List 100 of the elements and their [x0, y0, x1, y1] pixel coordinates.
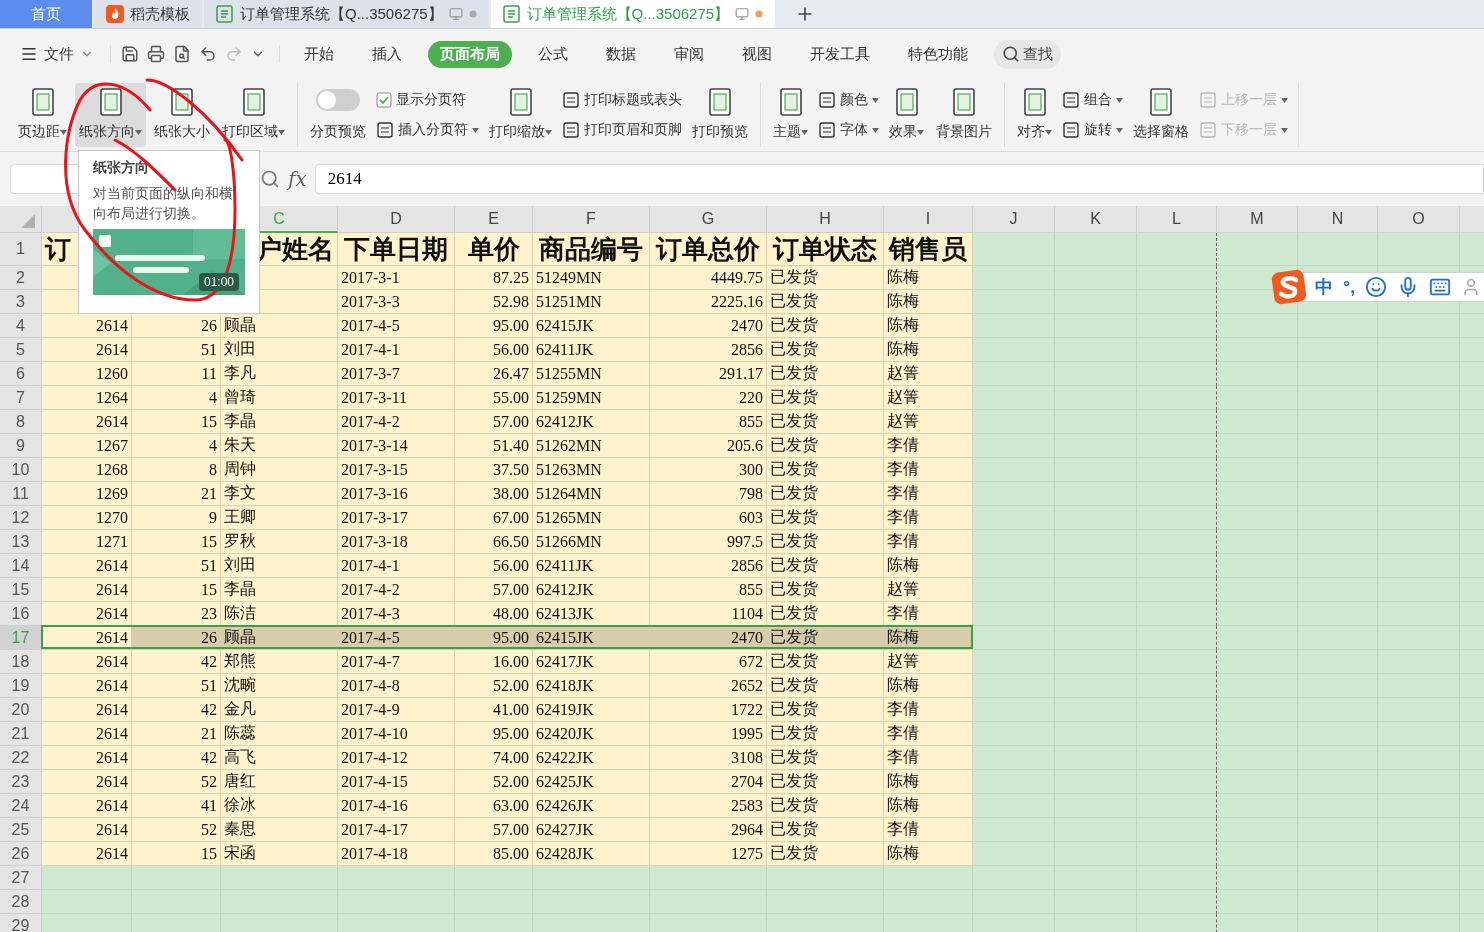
table-cell: 1104: [650, 602, 767, 626]
column-header[interactable]: D: [338, 206, 455, 233]
row-header[interactable]: 26: [0, 842, 42, 866]
row-header[interactable]: 5: [0, 338, 42, 362]
ribbon-tab[interactable]: 特色功能: [896, 40, 980, 68]
table-cell: 62411JK: [533, 554, 650, 578]
table-cell: 李倩: [884, 482, 973, 506]
table-cell: 李倩: [884, 698, 973, 722]
ribbon-button[interactable]: 插入分页符: [374, 119, 481, 141]
search-icon[interactable]: [260, 169, 280, 189]
ribbon-button[interactable]: 页边距: [14, 83, 71, 147]
row-header[interactable]: 20: [0, 698, 42, 722]
row-header[interactable]: 19: [0, 674, 42, 698]
ribbon-button[interactable]: 打印区域: [218, 83, 289, 147]
row-header[interactable]: 1: [0, 233, 42, 266]
ribbon-button[interactable]: 旋转: [1060, 119, 1125, 141]
ribbon-button[interactable]: 打印标题或表头: [560, 89, 684, 111]
column-header[interactable]: E: [455, 206, 533, 233]
document-tab[interactable]: 订单管理系统【Q...3506275】: [490, 0, 776, 28]
ime-label[interactable]: 中: [1315, 275, 1333, 299]
row-header[interactable]: 2: [0, 266, 42, 290]
row-header[interactable]: 6: [0, 362, 42, 386]
row-header[interactable]: 13: [0, 530, 42, 554]
ribbon-tab[interactable]: 开始: [292, 40, 346, 68]
table-cell: 26.47: [455, 362, 533, 386]
keyboard-icon[interactable]: [1429, 276, 1452, 298]
row-header[interactable]: 21: [0, 722, 42, 746]
row-header[interactable]: 23: [0, 770, 42, 794]
ribbon-button[interactable]: 纸张方向: [75, 83, 146, 147]
row-header[interactable]: 4: [0, 314, 42, 338]
row-header[interactable]: 15: [0, 578, 42, 602]
page-break-checkbox[interactable]: 显示分页符: [374, 89, 481, 111]
ribbon-tab[interactable]: 视图: [730, 40, 784, 68]
ribbon-tab[interactable]: 插入: [360, 40, 414, 68]
ribbon-button[interactable]: 效果: [885, 83, 928, 147]
ribbon-tab[interactable]: 公式: [526, 40, 580, 68]
save-icon[interactable]: [121, 45, 139, 63]
undo-icon[interactable]: [199, 45, 217, 63]
row-header[interactable]: 7: [0, 386, 42, 410]
table-cell: 672: [650, 650, 767, 674]
row-header[interactable]: 29: [0, 914, 42, 932]
row-header[interactable]: 11: [0, 482, 42, 506]
ime-label[interactable]: °,: [1343, 276, 1356, 298]
row-header[interactable]: 27: [0, 866, 42, 890]
ribbon-button[interactable]: 纸张大小: [150, 83, 214, 147]
ribbon-tab[interactable]: 审阅: [662, 40, 716, 68]
document-tab[interactable]: 订单管理系统【Q...3506275】: [204, 0, 489, 28]
column-header[interactable]: M: [1217, 206, 1298, 233]
ribbon-button[interactable]: 组合: [1060, 89, 1125, 111]
column-header[interactable]: H: [767, 206, 884, 233]
ribbon-tab[interactable]: 开发工具: [798, 40, 882, 68]
table-cell: 3108: [650, 746, 767, 770]
table-cell: 42: [132, 746, 221, 770]
page-icon: [1147, 87, 1175, 117]
row-header[interactable]: 10: [0, 458, 42, 482]
row-header[interactable]: 12: [0, 506, 42, 530]
column-header[interactable]: K: [1055, 206, 1137, 233]
toggle-switch[interactable]: [316, 89, 360, 111]
row-header[interactable]: 25: [0, 818, 42, 842]
document-tab[interactable]: 稻壳模板: [94, 0, 202, 28]
function-label[interactable]: fx: [288, 167, 307, 191]
column-header[interactable]: N: [1298, 206, 1378, 233]
formula-input[interactable]: 2614: [314, 164, 1484, 194]
smiley-icon[interactable]: [1365, 276, 1388, 298]
column-header[interactable]: I: [884, 206, 973, 233]
row-header[interactable]: 18: [0, 650, 42, 674]
row-header[interactable]: 3: [0, 290, 42, 314]
print-preview-icon[interactable]: [173, 45, 191, 63]
row-header[interactable]: 28: [0, 890, 42, 914]
ribbon-button[interactable]: 背景图片: [932, 83, 996, 147]
row-header[interactable]: 22: [0, 746, 42, 770]
print-icon[interactable]: [147, 45, 165, 63]
table-cell: 2614: [42, 554, 132, 578]
row-header[interactable]: 24: [0, 794, 42, 818]
table-cell: 4: [132, 386, 221, 410]
column-header[interactable]: F: [533, 206, 650, 233]
column-header[interactable]: G: [650, 206, 767, 233]
ribbon-button[interactable]: 字体: [816, 119, 881, 141]
column-header[interactable]: J: [973, 206, 1055, 233]
ribbon-button[interactable]: 打印预览: [688, 83, 752, 147]
row-header[interactable]: 9: [0, 434, 42, 458]
table-cell: 997.5: [650, 530, 767, 554]
row-header[interactable]: 8: [0, 410, 42, 434]
column-header[interactable]: O: [1378, 206, 1460, 233]
file-menu[interactable]: 文件: [16, 40, 98, 68]
search-button[interactable]: 查找: [994, 39, 1061, 69]
ribbon-button[interactable]: 选择窗格: [1129, 83, 1193, 147]
table-cell: 已发货: [767, 842, 884, 866]
ribbon-tab[interactable]: 数据: [594, 40, 648, 68]
ribbon-button[interactable]: 打印缩放: [485, 83, 556, 147]
column-header[interactable]: L: [1137, 206, 1217, 233]
ribbon-button[interactable]: 主题: [769, 83, 812, 147]
table-cell: 陈梅: [884, 266, 973, 290]
panel-icon: [376, 121, 394, 139]
ribbon-button[interactable]: 打印页眉和页脚: [560, 119, 684, 141]
table-cell: 已发货: [767, 338, 884, 362]
row-header[interactable]: 16: [0, 602, 42, 626]
row-header[interactable]: 14: [0, 554, 42, 578]
ribbon-button[interactable]: 颜色: [816, 89, 881, 111]
ribbon-button[interactable]: 对齐: [1013, 83, 1056, 147]
